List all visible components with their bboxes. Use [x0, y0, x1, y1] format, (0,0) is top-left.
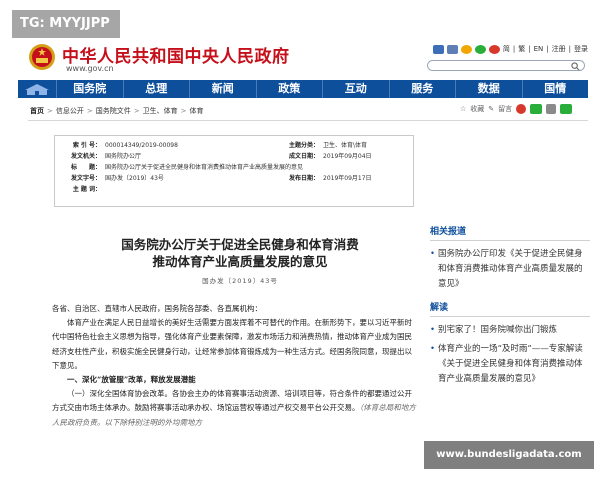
weibo-icon[interactable]	[488, 44, 500, 54]
lang-simplified-link[interactable]: 简	[503, 44, 510, 54]
nav-data[interactable]: 数据	[455, 80, 522, 98]
watermark-bottom: www.bundesligadata.com	[424, 441, 594, 469]
nav-state-council[interactable]: 国务院	[56, 80, 123, 98]
meta-key: 标 题：	[70, 164, 101, 171]
meta-row: 发文字号： 国办发〔2019〕43号 发布日期： 2019年09月17日	[61, 173, 407, 184]
tiananmen-icon	[25, 84, 49, 95]
sidebar: 相关报道 国务院办公厅印发《关于促进全民健身和体育消费推动体育产业高质量发展的意…	[430, 224, 590, 391]
breadcrumb-home[interactable]: 首页	[30, 106, 44, 116]
meta-key: 索 引 号：	[72, 142, 101, 149]
meta-value: 卫生、体育\体育	[323, 142, 368, 149]
top-links: 简 | 繁 | EN | 注册 | 登录	[432, 44, 588, 54]
document-number: 国办发〔2019〕43号	[202, 277, 278, 285]
meta-key: 发布日期：	[288, 175, 319, 182]
mail-icon[interactable]	[432, 44, 444, 54]
subscribe-icon[interactable]	[446, 44, 458, 54]
share-qq-icon[interactable]	[560, 104, 573, 114]
wechat-icon[interactable]	[474, 44, 486, 54]
nav-national-conditions[interactable]: 国情	[521, 80, 589, 98]
nav-policy[interactable]: 政策	[255, 80, 323, 98]
meta-row: 标 题： 国务院办公厅关于促进全民健身和体育消费推动体育产业高质量发展的意见	[61, 162, 407, 173]
salutation: 各省、自治区、直辖市人民政府，国务院各部委、各直属机构：	[52, 304, 262, 313]
search-icon[interactable]	[571, 62, 580, 71]
login-link[interactable]: 登录	[574, 44, 588, 54]
document-metadata: 索 引 号： 000014349/2019-00098 主题分类： 卫生、体育\…	[54, 135, 414, 207]
title-line: 推动体育产业高质量发展的意见	[152, 254, 328, 269]
nav-news[interactable]: 新闻	[189, 80, 256, 98]
comment-icon[interactable]: ✎	[488, 105, 494, 113]
meta-key: 主题分类：	[288, 142, 319, 149]
meta-value: 2019年09月04日	[323, 153, 372, 160]
comment-link[interactable]: 留言	[498, 104, 512, 114]
breadcrumb-item[interactable]: 信息公开	[56, 106, 84, 116]
meta-value: 国务院办公厅	[105, 153, 142, 160]
meta-row: 主 题 词：	[61, 184, 407, 195]
document-title: 国务院办公厅关于促进全民健身和体育消费 推动体育产业高质量发展的意见	[60, 236, 420, 270]
rss-icon[interactable]	[460, 44, 472, 54]
paragraph-heading: （一）深化全国体育协会改革。	[67, 389, 172, 399]
related-report-link[interactable]: 国务院办公厅印发《关于促进全民健身和体育消费推动体育产业高质量发展的意见》	[430, 247, 590, 292]
meta-value: 国办发〔2019〕43号	[105, 175, 164, 182]
site-header: 中华人民共和国中央人民政府 www.gov.cn 简 | 繁 | EN | 注册…	[0, 38, 600, 78]
meta-value	[105, 184, 281, 195]
interpretation-heading: 解读	[430, 300, 590, 317]
paragraph: 体育产业在满足人民日益增长的美好生活需要方面发挥着不可替代的作用。在新形势下，要…	[52, 318, 412, 370]
title-line: 国务院办公厅关于促进全民健身和体育消费	[121, 237, 359, 252]
interpretation-link[interactable]: 别宅家了！国务院喊你出门锻炼	[430, 323, 590, 338]
meta-key: 主 题 词：	[72, 186, 101, 193]
interpretation-link[interactable]: 体育产业的一场“及时雨”——专家解读《关于促进全民健身和体育消费推动体育产业高质…	[430, 342, 590, 387]
star-icon[interactable]: ☆	[460, 105, 466, 113]
meta-row: 索 引 号： 000014349/2019-00098 主题分类： 卫生、体育\…	[61, 140, 407, 151]
breadcrumb-item[interactable]: 国务院文件	[96, 106, 131, 116]
register-link[interactable]: 注册	[552, 44, 566, 54]
related-reports-heading: 相关报道	[430, 224, 590, 241]
meta-value: 国务院办公厅关于促进全民健身和体育消费推动体育产业高质量发展的意见	[105, 164, 304, 171]
document-body: 各省、自治区、直辖市人民政府，国务院各部委、各直属机构： 体育产业在满足人民日益…	[52, 302, 417, 430]
watermark-top: TG: MYYJJPP	[12, 10, 120, 38]
share-weibo-icon[interactable]	[516, 104, 527, 114]
lang-english-link[interactable]: EN	[534, 45, 544, 53]
search-input[interactable]	[427, 60, 585, 71]
meta-key: 发文机关：	[70, 153, 101, 160]
breadcrumb-item[interactable]: 体育	[190, 106, 204, 116]
favorite-link[interactable]: 收藏	[470, 104, 484, 114]
meta-row: 发文机关： 国务院办公厅 成文日期： 2019年09月04日	[61, 151, 407, 162]
paragraph: （一）深化全国体育协会改革。各协会主办的体育赛事活动资源、培训项目等，符合条件的…	[52, 387, 417, 430]
site-url: www.gov.cn	[66, 64, 114, 73]
divider	[28, 120, 588, 121]
share-wechat-icon[interactable]	[530, 104, 543, 114]
breadcrumb-item[interactable]: 卫生、体育	[143, 106, 178, 116]
nav-home[interactable]	[18, 80, 56, 98]
meta-key: 发文字号：	[70, 175, 101, 182]
nav-interaction[interactable]: 互动	[322, 80, 389, 98]
meta-key: 成文日期：	[288, 153, 319, 160]
section-heading: 一、深化“放管服”改革，释放发展潜能	[67, 375, 196, 385]
lang-traditional-link[interactable]: 繁	[518, 44, 525, 54]
national-emblem-icon	[29, 44, 55, 70]
page-actions: ☆ 收藏 ✎ 留言	[460, 104, 573, 114]
main-nav: 国务院 总理 新闻 政策 互动 服务 数据 国情	[18, 80, 588, 98]
nav-services[interactable]: 服务	[388, 80, 456, 98]
print-icon[interactable]	[546, 104, 557, 114]
meta-value: 000014349/2019-00098	[105, 142, 178, 149]
meta-value: 2019年09月17日	[323, 175, 372, 182]
nav-premier[interactable]: 总理	[122, 80, 190, 98]
